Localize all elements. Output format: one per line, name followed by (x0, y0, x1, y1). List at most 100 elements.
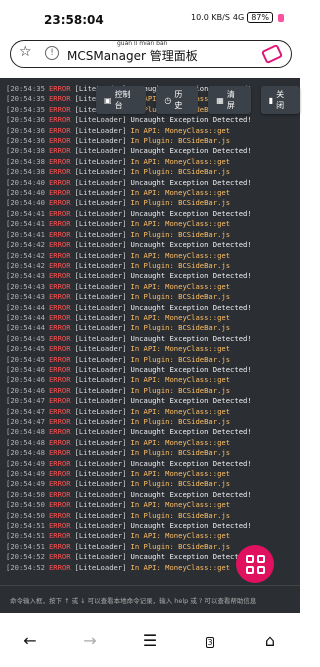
log-level: ERROR (48, 146, 71, 156)
log-level: ERROR (48, 510, 71, 520)
console-line: [20:54:36 ERROR [LiteLoader] In Plugin: BCS… (6, 136, 252, 146)
console-line: [20:54:42 ERROR [LiteLoader] In API: MoneyC… (6, 251, 252, 261)
page-title: MCSManager 管理面板 (67, 49, 198, 63)
tab-console[interactable]: ▣ 控制台 (96, 86, 147, 114)
log-level: ERROR (48, 427, 71, 437)
log-message: Uncaught Exception Detected! (130, 333, 252, 343)
address-bar[interactable]: ☆ ! MCSManager 管理面板 guǎn lǐ miàn bǎn (10, 40, 292, 68)
log-message: In API: MoneyClass::get (130, 531, 231, 541)
log-message: In Plugin: BCSideBar.js (130, 260, 231, 270)
log-message: In Plugin: BCSideBar.js (130, 541, 231, 551)
log-message: In Plugin: BCSideBar.js (130, 136, 231, 146)
timestamp: [20:54:47 (6, 396, 45, 406)
timestamp: [20:54:43 (6, 292, 45, 302)
log-level: ERROR (48, 136, 71, 146)
info-icon[interactable]: ! (45, 46, 59, 60)
console-output: [20:54:35ERROR[LiteLoader]Uncaught Excep… (6, 84, 252, 573)
status-bar: 23:58:04 10.0 KB/S 4G 87% (0, 0, 300, 38)
log-message: In Plugin: BCSideBar.js (130, 479, 231, 489)
log-source: [LiteLoader] (74, 188, 127, 198)
bookmark-star-icon[interactable]: ☆ (19, 44, 32, 60)
console-line: [20:54:41 ERROR [LiteLoader] In API: MoneyC… (6, 219, 252, 229)
timestamp: [20:54:41 (6, 219, 45, 229)
timestamp: [20:54:45 (6, 344, 45, 354)
console-line: [20:54:47 ERROR [LiteLoader] Uncaught Excep… (6, 396, 252, 406)
console-line: [20:54:51 ERROR [LiteLoader] Uncaught Excep… (6, 521, 252, 531)
log-message: In API: MoneyClass::get (130, 562, 231, 572)
log-level: ERROR (48, 271, 71, 281)
forward-arrow-icon[interactable]: → (76, 631, 104, 650)
tabs-button[interactable]: 3 (196, 630, 224, 650)
command-input-bar[interactable]: 命令输入框，按下 ↑ 或 ↓ 可以查看本地命令记录，输入 help 或 ? 可以… (0, 585, 300, 614)
log-source: [LiteLoader] (74, 323, 127, 333)
clock: 23:58:04 (44, 13, 104, 27)
log-message: Uncaught Exception Detected! (130, 177, 252, 187)
timestamp: [20:54:52 (6, 552, 45, 562)
back-arrow-icon[interactable]: ← (16, 631, 44, 650)
log-level: ERROR (48, 156, 71, 166)
command-input[interactable]: 命令输入框，按下 ↑ 或 ↓ 可以查看本地命令记录，输入 help 或 ? 可以… (10, 595, 256, 605)
log-source: [LiteLoader] (74, 229, 127, 239)
timestamp: [20:54:35 (6, 104, 45, 114)
log-source: [LiteLoader] (74, 136, 127, 146)
terminal-icon: ▣ (104, 95, 112, 105)
console-line: [20:54:44 ERROR [LiteLoader] Uncaught Excep… (6, 303, 252, 313)
log-message: In Plugin: BCSideBar.js (130, 354, 231, 364)
log-message: Uncaught Exception Detected! (130, 146, 252, 156)
console-line: [20:54:40 ERROR [LiteLoader] Uncaught Excep… (6, 178, 252, 188)
console-line: [20:54:49 ERROR [LiteLoader] In API: MoneyC… (6, 469, 252, 479)
timestamp: [20:54:40 (6, 198, 45, 208)
console-line: [20:54:45 ERROR [LiteLoader] In API: MoneyC… (6, 344, 252, 354)
log-level: ERROR (48, 167, 71, 177)
timestamp: [20:54:51 (6, 531, 45, 541)
home-icon[interactable]: ⌂ (256, 631, 284, 650)
timestamp: [20:54:47 (6, 417, 45, 426)
log-source: [LiteLoader] (74, 260, 127, 270)
log-source: [LiteLoader] (74, 521, 127, 531)
log-level: ERROR (48, 541, 71, 551)
timestamp: [20:54:43 (6, 271, 45, 281)
timestamp: [20:54:36 (6, 136, 45, 146)
tab-clear[interactable]: ▦ 清屏 (208, 86, 251, 114)
log-message: In API: MoneyClass::get (130, 250, 231, 260)
log-message: In API: MoneyClass::get (130, 188, 231, 198)
console-line: [20:54:42 ERROR [LiteLoader] In Plugin: BCS… (6, 261, 252, 271)
log-message: In API: MoneyClass::get (130, 375, 231, 385)
log-level: ERROR (48, 396, 71, 406)
log-message: Uncaught Exception Detected! (130, 271, 252, 281)
tab-history[interactable]: ◷ 历史 (156, 86, 199, 114)
console-line: [20:54:52 ERROR [LiteLoader] In API: MoneyC… (6, 563, 252, 573)
log-source: [LiteLoader] (74, 302, 127, 312)
log-source: [LiteLoader] (74, 354, 127, 364)
log-message: In API: MoneyClass::get (130, 344, 231, 354)
tabs-count: 3 (206, 637, 214, 648)
timestamp: [20:54:38 (6, 167, 45, 177)
log-source: [LiteLoader] (74, 458, 127, 468)
timestamp: [20:54:43 (6, 281, 45, 291)
floating-action-button[interactable] (236, 545, 274, 583)
log-level: ERROR (48, 552, 71, 562)
console-line: [20:54:50 ERROR [LiteLoader] In Plugin: BCS… (6, 511, 252, 521)
signal-icon: 4G (232, 13, 245, 22)
menu-icon[interactable]: ☰ (136, 631, 164, 650)
log-level: ERROR (48, 479, 71, 489)
log-source: [LiteLoader] (74, 406, 127, 416)
close-icon: ▮ (268, 95, 274, 105)
log-source: [LiteLoader] (74, 469, 127, 479)
log-level: ERROR (48, 302, 71, 312)
log-message: Uncaught Exception Detected! (130, 208, 252, 218)
timestamp: [20:54:46 (6, 385, 45, 395)
console-line: [20:54:50 ERROR [LiteLoader] In API: MoneyC… (6, 500, 252, 510)
timestamp: [20:54:40 (6, 177, 45, 187)
log-message: Uncaught Exception Detected! (130, 364, 252, 374)
battery-tip (278, 13, 284, 22)
log-message: In API: MoneyClass::get (130, 437, 231, 447)
log-message: In API: MoneyClass::get (130, 500, 231, 510)
log-source: [LiteLoader] (74, 115, 127, 125)
tag-icon[interactable] (260, 43, 284, 65)
log-level: ERROR (48, 208, 71, 218)
log-level: ERROR (48, 281, 71, 291)
log-message: Uncaught Exception Detected! (130, 458, 252, 468)
console-line: [20:54:44 ERROR [LiteLoader] In Plugin: BCS… (6, 323, 252, 333)
tab-close[interactable]: ▮ 关闭 (260, 86, 300, 114)
